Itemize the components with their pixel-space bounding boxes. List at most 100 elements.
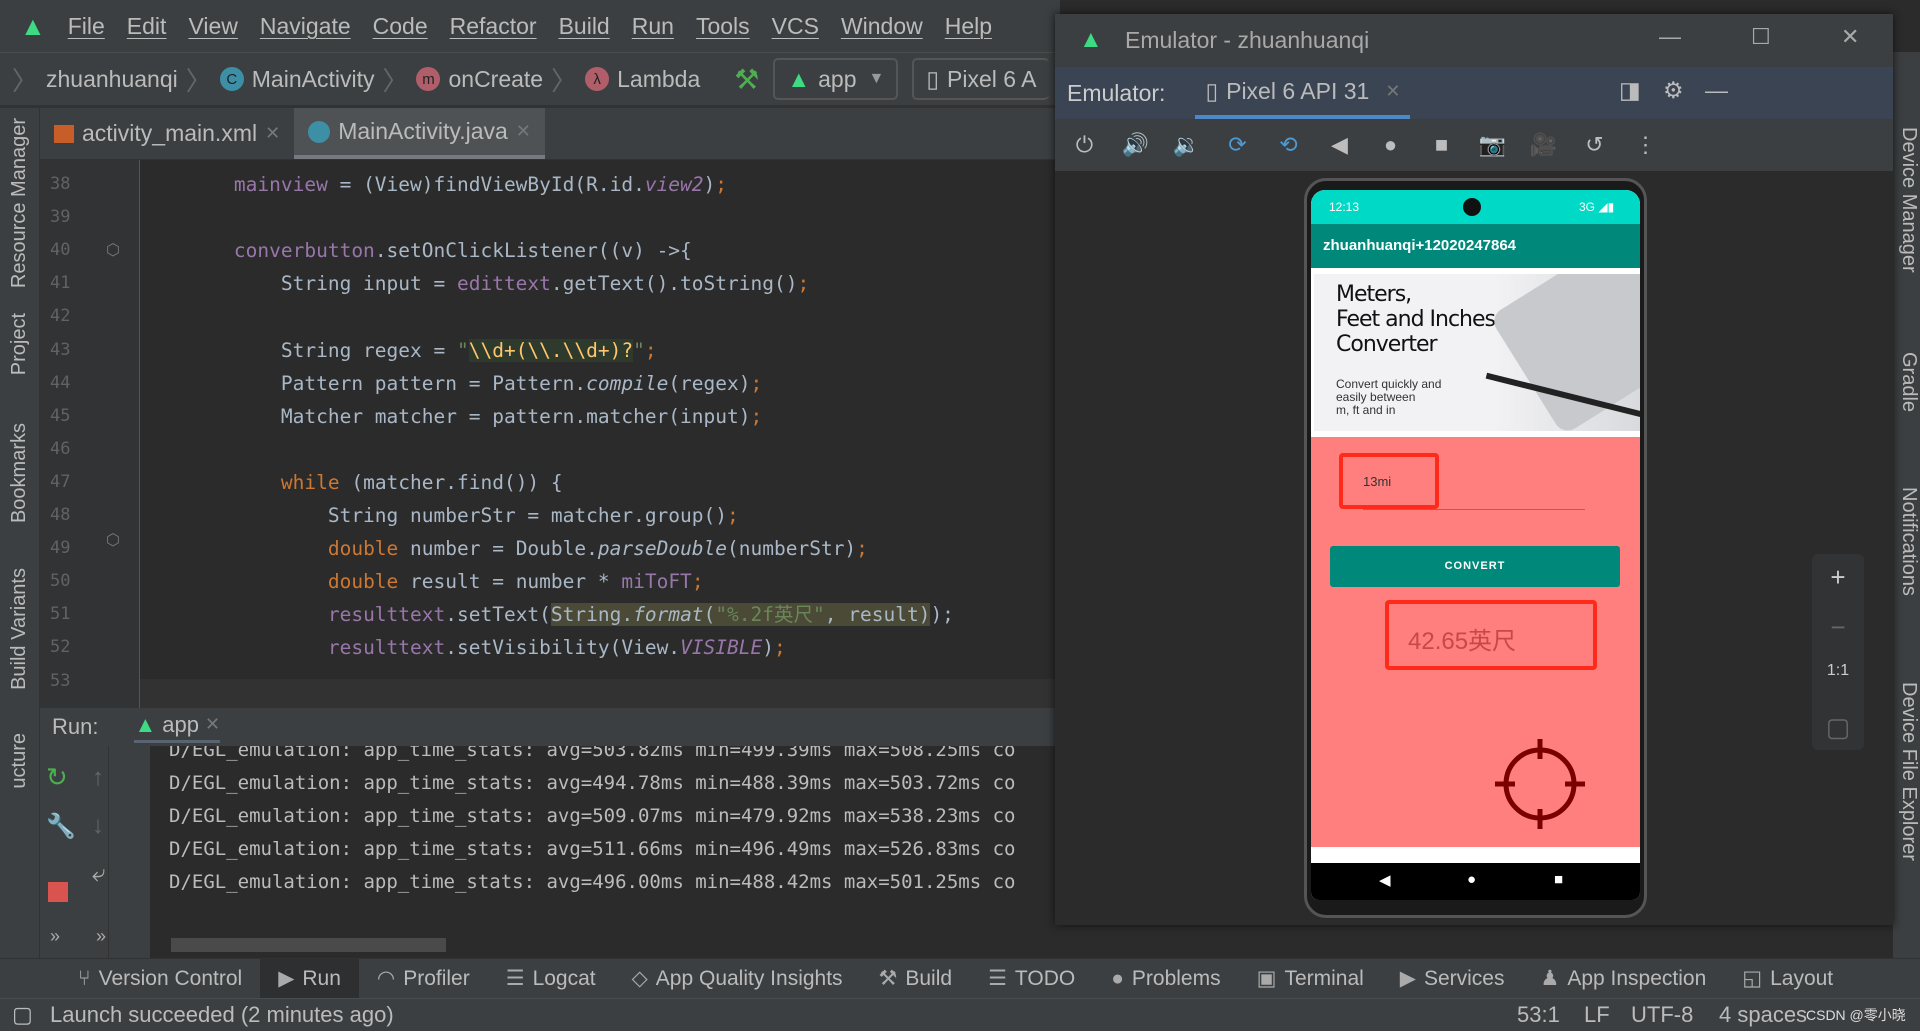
tool-tab-build[interactable]: ⚒ Build (861, 959, 971, 998)
caret-position[interactable]: 53:1 (1517, 1002, 1560, 1028)
tool-tab-app-inspection[interactable]: ♟ App Inspection (1522, 959, 1724, 998)
tool-tab-services[interactable]: ▶ Services (1382, 959, 1523, 998)
tool-window-device-file-explorer[interactable]: Device File Explorer (1897, 682, 1920, 861)
line-separator[interactable]: LF (1584, 1002, 1610, 1028)
close-icon[interactable]: ✕ (265, 123, 280, 144)
close-icon[interactable]: ✕ (205, 714, 220, 735)
hide-icon[interactable]: — (1705, 77, 1728, 104)
fold-icon[interactable]: ⬡ (106, 530, 120, 550)
run-console[interactable]: D/EGL_emulation: app_time_stats: avg=503… (150, 746, 1055, 958)
zoom-out-icon[interactable]: − (1812, 612, 1864, 643)
menu-refactor[interactable]: Refactor (450, 13, 537, 40)
device-tab[interactable]: ▯ Pixel 6 API 31 ✕ (1195, 67, 1411, 119)
convert-button[interactable]: CONVERT (1330, 546, 1620, 587)
code-token: resulttext (327, 603, 446, 627)
overview-icon[interactable]: ■ (1426, 132, 1457, 158)
tool-tab-todo[interactable]: ☰ TODO (970, 959, 1093, 998)
soft-wrap-icon[interactable]: ⤶ (92, 860, 105, 888)
close-icon[interactable]: ✕ (1841, 24, 1859, 50)
input-field[interactable]: 13mi (1339, 453, 1439, 509)
breadcrumb-item[interactable]: 〉 C MainActivity (186, 61, 375, 98)
menu-vcs[interactable]: VCS (772, 13, 819, 40)
tool-tab-terminal[interactable]: ▣ Terminal (1239, 959, 1382, 998)
zoom-in-icon[interactable]: + (1812, 562, 1864, 593)
more-icon[interactable]: » (96, 926, 106, 947)
tool-window-resource-manager[interactable]: Resource Manager (8, 118, 31, 288)
volume-up-icon[interactable]: 🔊 (1120, 132, 1151, 158)
volume-down-icon[interactable]: 🔉 (1171, 132, 1202, 158)
back-icon[interactable]: ◀ (1324, 132, 1355, 158)
tool-window-device-manager[interactable]: Device Manager (1897, 127, 1920, 273)
device-select[interactable]: ▯ Pixel 6 A (912, 58, 1049, 100)
tool-tab-label: Problems (1131, 966, 1221, 990)
layout-icon[interactable]: ◨ (1619, 77, 1641, 104)
tool-window-notifications[interactable]: Notifications (1897, 487, 1920, 596)
tool-window-bookmarks[interactable]: Bookmarks (8, 423, 31, 523)
run-config-select[interactable]: ▲ app ▼ (773, 58, 899, 100)
arrow-up-icon[interactable]: ↑ (92, 764, 104, 792)
status-message[interactable]: Launch succeeded (2 minutes ago) (50, 1002, 394, 1028)
screenshot-icon[interactable]: 📷 (1477, 132, 1508, 158)
code-editor[interactable]: 38 39 40 41 42 43 44 45 46 47 48 49 50 51 52 53 ⬡ ⬡ mainv… (40, 160, 1055, 708)
menu-code[interactable]: Code (373, 13, 428, 40)
tool-tab-run[interactable]: ▶ Run (260, 959, 359, 998)
tool-tab-problems[interactable]: ● Problems (1093, 959, 1238, 998)
fold-icon[interactable]: ⬡ (106, 240, 120, 260)
close-icon[interactable]: ✕ (1385, 81, 1400, 102)
recents-icon[interactable]: ■ (1554, 871, 1563, 888)
menu-help[interactable]: Help (945, 13, 992, 40)
crosshair-icon[interactable] (1493, 737, 1587, 831)
tool-tab-version-control[interactable]: ⑂ Version Control (60, 959, 260, 998)
tool-tab-app-quality-insights[interactable]: ◇ App Quality Insights (614, 959, 861, 998)
arrow-down-icon[interactable]: ↓ (92, 812, 104, 840)
back-icon[interactable]: ◀ (1379, 871, 1391, 889)
tool-tab-profiler[interactable]: ◠ Profiler (359, 959, 488, 998)
close-icon[interactable]: ✕ (516, 121, 531, 142)
menu-navigate[interactable]: Navigate (260, 13, 351, 40)
rerun-icon[interactable]: ↻ (46, 762, 68, 793)
code-line: String input = edittext.getText().toStri… (140, 267, 809, 300)
phone-screen[interactable]: 12:13 3G ◢▮ zhuanhuanqi+12020247864 Mete… (1311, 190, 1640, 900)
menu-file[interactable]: File (68, 13, 105, 40)
fit-screen-icon[interactable]: ▢ (1812, 712, 1864, 743)
rotate-left-icon[interactable]: ⟳ (1222, 132, 1253, 158)
menu-view[interactable]: View (188, 13, 237, 40)
file-encoding[interactable]: UTF-8 (1631, 1002, 1693, 1028)
wrench-icon[interactable]: 🔧 (46, 812, 76, 841)
menu-edit[interactable]: Edit (127, 13, 167, 40)
power-icon[interactable]: ⏻ (1069, 132, 1100, 158)
more-icon[interactable]: » (50, 926, 60, 947)
maximize-icon[interactable]: ☐ (1751, 24, 1771, 50)
horizontal-scrollbar[interactable] (171, 938, 446, 952)
breadcrumb-item[interactable]: 〉 m onCreate (382, 61, 543, 98)
stop-icon[interactable] (48, 882, 68, 902)
actual-size-icon[interactable]: 1:1 (1812, 662, 1864, 680)
breadcrumb-item[interactable]: 〉 zhuanhuanqi (12, 61, 178, 98)
tool-tab-logcat[interactable]: ☰ Logcat (488, 959, 614, 998)
snapshot-icon[interactable]: ↺ (1579, 132, 1610, 158)
more-icon[interactable]: ⋮ (1630, 132, 1661, 158)
indent-setting[interactable]: 4 spaces (1719, 1002, 1807, 1028)
tool-window-ucture[interactable]: ucture (8, 733, 31, 789)
rotate-right-icon[interactable]: ⟲ (1273, 132, 1304, 158)
editor-tab[interactable]: activity_main.xml ✕ (40, 108, 294, 159)
build-hammer-icon[interactable]: ⚒ (734, 63, 759, 96)
menu-run[interactable]: Run (632, 13, 674, 40)
minimize-icon[interactable]: — (1659, 24, 1681, 50)
gear-icon[interactable]: ⚙ (1663, 77, 1684, 104)
breadcrumb-item[interactable]: 〉 λ Lambda (551, 61, 700, 98)
tool-window-project[interactable]: Project (8, 313, 31, 375)
tool-window-gradle[interactable]: Gradle (1897, 352, 1920, 412)
screen-record-icon[interactable]: 🎥 (1528, 132, 1559, 158)
tool-tab-layout[interactable]: ◱ Layout (1724, 959, 1851, 998)
bottom-tool-tabs: ⑂ Version Control ▶ Run ◠ Profiler ☰ Logcat ◇ App… (0, 958, 1920, 998)
home-icon[interactable]: ● (1467, 871, 1476, 888)
code-token: ; (691, 570, 704, 594)
menu-tools[interactable]: Tools (696, 13, 750, 40)
tool-window-build-variants[interactable]: Build Variants (8, 568, 31, 690)
menu-window[interactable]: Window (841, 13, 923, 40)
editor-tab[interactable]: MainActivity.java ✕ (294, 108, 545, 159)
home-icon[interactable]: ● (1375, 132, 1406, 158)
menu-build[interactable]: Build (559, 13, 610, 40)
run-tab-app[interactable]: ▲ app ✕ (134, 712, 221, 743)
